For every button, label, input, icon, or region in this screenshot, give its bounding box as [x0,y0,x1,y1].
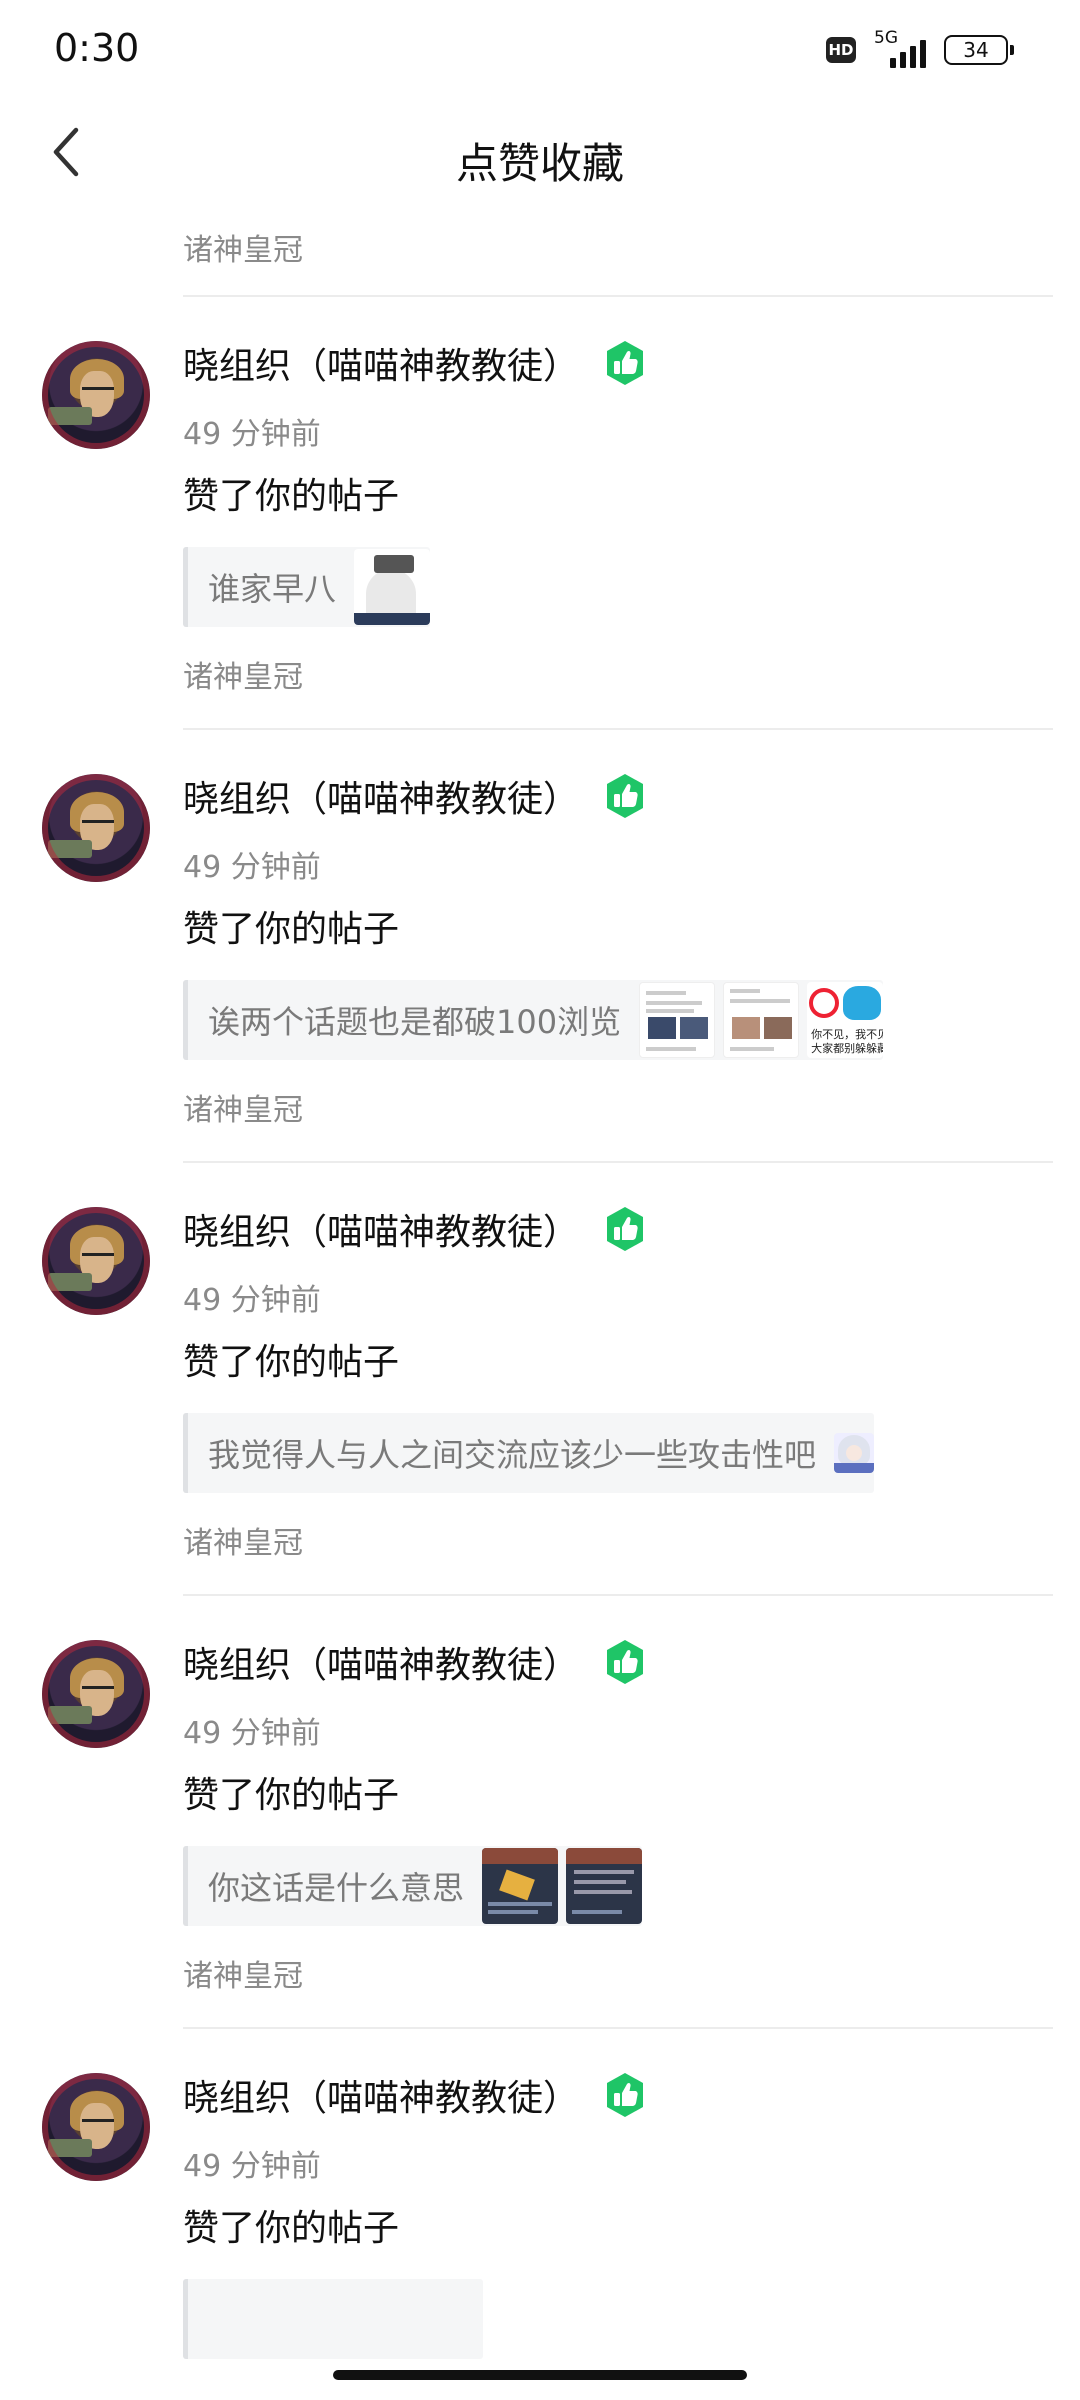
sticker-thumbnail[interactable] [354,549,431,625]
timestamp: 49 分钟前 [183,2149,321,2184]
status-bar: 0:30 HD 5G 34 [0,0,1080,100]
meme-thumbnail[interactable]: 你不见，我不见 大家都别躲躲藏藏 [807,982,884,1058]
battery-level: 34 [963,38,989,62]
screenshot-thumbnail[interactable] [723,982,800,1058]
thumbnail-strip: 你不见，我不见 大家都别躲躲藏藏 [639,980,884,1060]
battery-icon: 34 [944,35,1014,65]
user-name[interactable]: 晓组织（喵喵神教教徒） [183,1636,579,1688]
user-name[interactable]: 晓组织（喵喵神教教徒） [183,1203,579,1255]
notification-list[interactable]: 诸神皇冠 晓组织（喵喵神教教徒） 49 分钟前 赞了你的帖子 谁家早八 诸神皇冠… [0,215,1080,2400]
user-row: 晓组织（喵喵神教教徒） [183,337,649,389]
quote-text: 你这话是什么意思 [208,1869,465,1907]
thumbs-up-icon [607,2073,644,2117]
screenshot-thumbnail[interactable] [639,982,716,1058]
thumbnail-strip [482,1846,643,1926]
list-item[interactable]: 晓组织（喵喵神教教徒） 49 分钟前 赞了你的帖子 [0,2029,1080,2400]
action-text: 赞了你的帖子 [183,909,400,950]
game-thumbnail[interactable] [566,1848,643,1924]
post-quote[interactable]: 你这话是什么意思 [183,1846,643,1926]
avatar[interactable] [42,1207,150,1315]
thumbnail-strip [354,547,431,627]
page-title: 点赞收藏 [455,139,624,188]
user-row: 晓组织（喵喵神教教徒） [183,1636,649,1688]
user-row: 晓组织（喵喵神教教徒） [183,2069,649,2121]
list-item[interactable]: 晓组织（喵喵神教教徒） 49 分钟前 赞了你的帖子 谁家早八 诸神皇冠 [0,297,1080,730]
timestamp: 49 分钟前 [183,417,321,452]
thumbnail-strip [834,1413,875,1493]
game-thumbnail[interactable] [482,1848,559,1924]
timestamp: 49 分钟前 [183,1283,321,1318]
user-row: 晓组织（喵喵神教教徒） [183,1203,649,1255]
avatar[interactable] [42,1640,150,1748]
list-item[interactable]: 晓组织（喵喵神教教徒） 49 分钟前 赞了你的帖子 我觉得人与人之间交流应该少一… [0,1163,1080,1596]
action-text: 赞了你的帖子 [183,2208,400,2249]
post-quote[interactable]: 谁家早八 [183,547,431,627]
avatar[interactable] [42,341,150,449]
item-tail-tag: 诸神皇冠 [183,233,303,268]
home-indicator[interactable] [333,2370,747,2380]
list-item[interactable]: 晓组织（喵喵神教教徒） 49 分钟前 赞了你的帖子 诶两个话题也是都破100浏览 [0,730,1080,1163]
thumbs-up-icon [607,341,644,385]
item-tail-tag: 诸神皇冠 [183,1093,303,1128]
avatar[interactable] [42,2073,150,2181]
thumbs-up-icon [607,1207,644,1251]
avatar[interactable] [42,774,150,882]
signal-icon: 5G [870,28,930,70]
quote-text: 我觉得人与人之间交流应该少一些攻击性吧 [208,1436,817,1474]
post-quote[interactable]: 诶两个话题也是都破100浏览 你不见，我不见 大家都别躲躲藏 [183,980,884,1060]
post-quote[interactable] [183,2279,483,2359]
meme-text: 大家都别躲躲藏藏 [811,1042,884,1055]
status-indicators: HD 5G 34 [826,28,1014,70]
quote-text: 谁家早八 [208,570,337,608]
post-quote[interactable]: 我觉得人与人之间交流应该少一些攻击性吧 [183,1413,875,1493]
action-text: 赞了你的帖子 [183,1342,400,1383]
header: 点赞收藏 [0,100,1080,210]
list-item[interactable]: 晓组织（喵喵神教教徒） 49 分钟前 赞了你的帖子 你这话是什么意思 诸神皇冠 [0,1596,1080,2029]
item-tail-tag: 诸神皇冠 [183,1526,303,1561]
quote-text: 诶两个话题也是都破100浏览 [208,1003,622,1041]
user-name[interactable]: 晓组织（喵喵神教教徒） [183,337,579,389]
anime-thumbnail[interactable] [834,1433,875,1473]
screen: 0:30 HD 5G 34 点赞收藏 诸神皇冠 晓组织（喵喵神教教徒） 49 分… [0,0,1080,2400]
thumbs-up-icon [607,774,644,818]
action-text: 赞了你的帖子 [183,1775,400,1816]
user-name[interactable]: 晓组织（喵喵神教教徒） [183,2069,579,2121]
timestamp: 49 分钟前 [183,1716,321,1751]
user-name[interactable]: 晓组织（喵喵神教教徒） [183,770,579,822]
thumbs-up-icon [607,1640,644,1684]
item-tail-tag: 诸神皇冠 [183,1959,303,1994]
user-row: 晓组织（喵喵神教教徒） [183,770,649,822]
status-time: 0:30 [54,26,140,70]
signal-bars [890,40,926,68]
action-text: 赞了你的帖子 [183,476,400,517]
hd-icon: HD [826,37,856,63]
timestamp: 49 分钟前 [183,850,321,885]
item-tail-tag: 诸神皇冠 [183,660,303,695]
